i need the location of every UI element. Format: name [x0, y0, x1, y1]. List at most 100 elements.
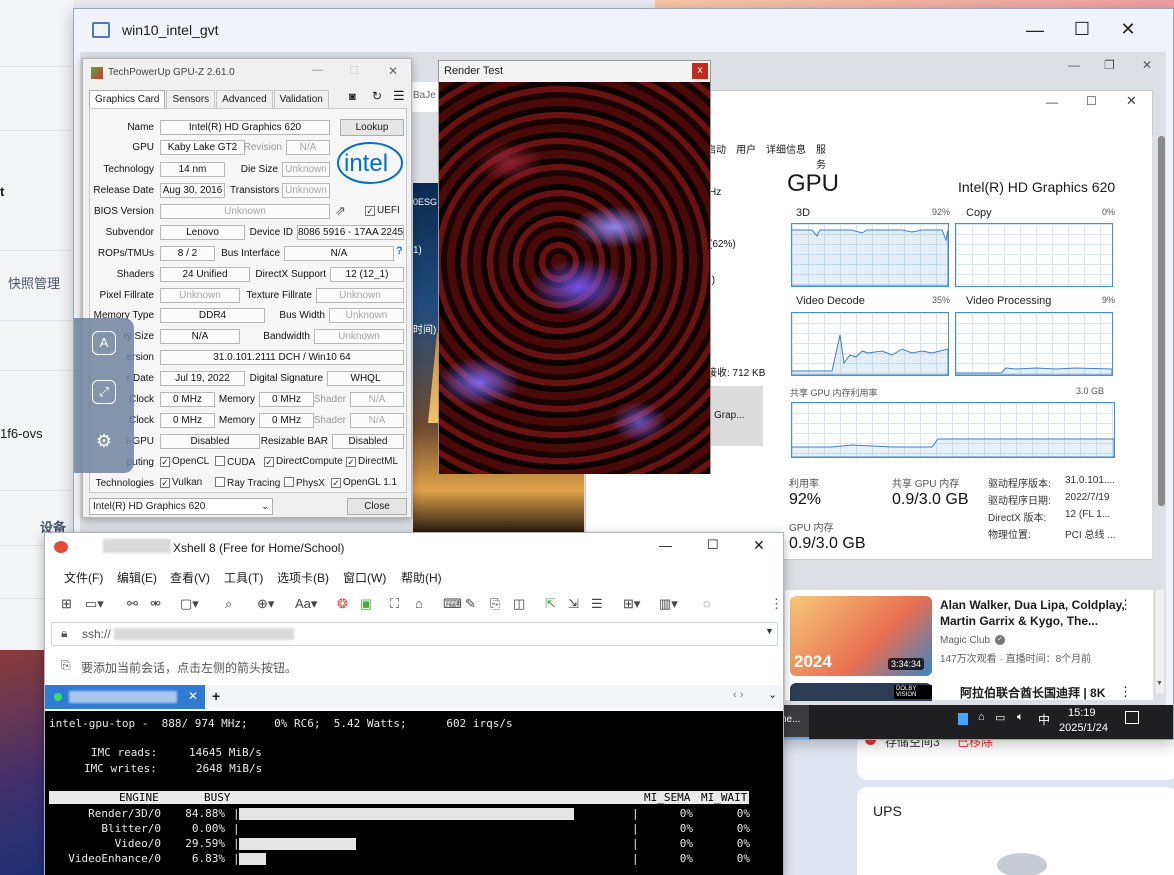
help-icon[interactable]: ◌ [703, 596, 711, 611]
scroll-down-icon[interactable]: ▼ [1156, 680, 1163, 687]
render-test-titlebar[interactable]: Render Test [439, 61, 710, 82]
video-scrollbar[interactable]: ▼ [1156, 590, 1164, 694]
storage-card[interactable]: ! 存储空间3 已移除 [857, 734, 1174, 780]
network-icon[interactable]: ▭ [995, 711, 1005, 724]
xshell-maximize-button[interactable]: ☐ [707, 537, 719, 553]
terminal[interactable]: intel-gpu-top - 888/ 974 MHz; 0% RC6; 5.… [45, 711, 783, 875]
notification-icon[interactable] [1125, 711, 1139, 724]
search-icon[interactable]: ⌕ [225, 596, 232, 612]
snapshot-management-link[interactable]: 快照管理 [8, 273, 60, 292]
session-tab[interactable]: ✕ [45, 685, 205, 709]
xshell-window[interactable]: Xshell 8 (Free for Home/School) — ☐ ✕ 文件… [44, 532, 784, 875]
fullscreen-icon[interactable]: ⛶ [390, 596, 399, 612]
keyboard-icon[interactable]: A [92, 331, 116, 355]
tm-close-button[interactable]: ✕ [1126, 93, 1137, 109]
lock-icon[interactable]: ⌂ [415, 596, 423, 611]
transfer-icon[interactable]: ⇲ [568, 596, 579, 612]
menu-edit[interactable]: 编辑(E) [117, 569, 157, 586]
connect-icon[interactable]: ⚯ [127, 596, 138, 612]
record-icon[interactable]: ◫ [513, 596, 525, 612]
tab-graphics-card[interactable]: Graphics Card [89, 90, 166, 108]
tab-users[interactable]: 用户 [736, 141, 756, 156]
menu-file[interactable]: 文件(F) [64, 569, 103, 586]
close-button[interactable]: ✕ [1105, 19, 1151, 40]
ups-card[interactable]: UPS [857, 787, 1174, 875]
new-tab-icon[interactable]: ⊞▾ [623, 596, 640, 612]
script-icon[interactable]: ⎘ [490, 596, 500, 612]
close-dialog-button[interactable]: Close [347, 498, 407, 515]
tab-validation[interactable]: Validation [273, 90, 329, 108]
render-test-window[interactable]: Render Test x [438, 60, 711, 474]
render-test-close-button[interactable]: x [692, 63, 708, 79]
refresh-icon[interactable]: ↻ [372, 89, 382, 103]
more-options-icon[interactable]: ⋮ [1119, 597, 1132, 613]
menu-help[interactable]: 帮助(H) [401, 569, 442, 586]
perf-gpu-item[interactable]: Grap... [711, 386, 763, 446]
compose-icon[interactable]: ✎ [465, 596, 476, 612]
video-thumbnail-2[interactable]: DOLBY VISION [790, 683, 932, 701]
tab-services[interactable]: 服务 [816, 141, 826, 171]
host-ovs-item[interactable]: 1f6-ovs [0, 426, 43, 441]
more-options-icon[interactable]: ⋮ [770, 596, 783, 612]
video-thumbnail[interactable]: 2024 3:34:34 [790, 596, 932, 676]
session-properties-icon[interactable]: ▢▾ [180, 596, 199, 612]
clock-time[interactable]: 15:19 [1068, 707, 1096, 719]
font-icon[interactable]: Aa▾ [295, 596, 317, 612]
remote-desktop-titlebar[interactable]: win10_intel_gvt — ☐ ✕ [74, 9, 1173, 53]
tab-close-icon[interactable]: ✕ [188, 689, 198, 703]
gpuz-minimize-button[interactable]: — [312, 64, 323, 76]
share-icon[interactable]: ⇗ [335, 203, 346, 219]
menu-window[interactable]: 窗口(W) [343, 569, 386, 586]
more-options-icon[interactable]: ⋮ [1119, 684, 1132, 700]
xshell-minimize-button[interactable]: — [659, 538, 672, 553]
channel-name[interactable]: Magic Club [940, 635, 990, 646]
inner-close-button[interactable]: ✕ [1142, 58, 1152, 72]
inner-restore-button[interactable]: ❐ [1104, 58, 1115, 72]
usb-icon[interactable]: ⌂ [978, 711, 985, 723]
chevron-down-icon[interactable]: ⌄ [768, 688, 777, 701]
log-icon[interactable]: ☰ [591, 596, 603, 612]
tab-scroll-icon[interactable]: ‹ › [733, 689, 743, 701]
address-bar[interactable]: 🔒︎ ssh:// ▼ [51, 622, 778, 646]
add-session-icon[interactable]: ⎘ [61, 658, 71, 673]
tray-app-icon[interactable] [958, 713, 968, 725]
clock-date[interactable]: 2025/1/24 [1059, 722, 1108, 734]
gpuz-maximize-button[interactable]: ☐ [349, 64, 359, 77]
chevron-down-icon[interactable]: ▼ [765, 626, 774, 636]
open-folder-icon[interactable]: ▭▾ [85, 596, 104, 612]
lookup-button[interactable]: Lookup [340, 119, 404, 136]
tm-maximize-button[interactable]: ☐ [1086, 94, 1097, 108]
video-title-2[interactable]: 阿拉伯联合酋长国迪拜 | 8K [960, 684, 1105, 701]
gpuz-close-button[interactable]: ✕ [388, 64, 398, 78]
menu-view[interactable]: 查看(V) [170, 569, 210, 586]
tab-sensors[interactable]: Sensors [166, 90, 216, 108]
tm-minimize-button[interactable]: — [1046, 95, 1058, 109]
inner-minimize-button[interactable]: — [1068, 58, 1080, 72]
xftp-icon[interactable]: ❂ [337, 596, 348, 612]
help-icon[interactable]: ? [396, 245, 403, 257]
menu-icon[interactable]: ☰ [393, 88, 405, 104]
send-icon[interactable]: ⇱ [545, 596, 556, 612]
gear-icon[interactable]: ⚙ [89, 426, 119, 456]
fullscreen-icon[interactable]: ⤢ [92, 380, 116, 404]
layout-icon[interactable]: ▥▾ [659, 596, 678, 612]
volume-muted-icon[interactable]: 🔈︎ [1017, 711, 1024, 724]
minimize-button[interactable]: — [1012, 20, 1058, 41]
gpu-select-dropdown[interactable]: Intel(R) HD Graphics 620 ⌄ [89, 498, 273, 515]
keyboard-icon[interactable]: ⌨ [443, 596, 462, 612]
menu-tools[interactable]: 工具(T) [224, 569, 263, 586]
tab-advanced[interactable]: Advanced [216, 90, 273, 108]
menu-tabs[interactable]: 选项卡(B) [277, 569, 329, 586]
globe-icon[interactable]: ⊕▾ [257, 596, 274, 612]
ime-indicator[interactable]: 中 [1038, 711, 1050, 728]
add-tab-button[interactable]: + [212, 688, 220, 704]
maximize-button[interactable]: ☐ [1059, 19, 1105, 40]
xftp-green-icon[interactable]: ▣ [360, 596, 372, 612]
tm-scrollbar-thumb[interactable] [1158, 136, 1165, 506]
camera-icon[interactable]: ◙ [349, 91, 356, 103]
video-title[interactable]: Alan Walker, Dua Lipa, Coldplay, Martin … [940, 597, 1140, 629]
new-session-icon[interactable]: ⊞ [61, 596, 72, 612]
disconnect-icon[interactable]: ⚮ [150, 596, 161, 612]
xshell-close-button[interactable]: ✕ [753, 537, 765, 554]
tab-details[interactable]: 详细信息 [766, 141, 806, 156]
